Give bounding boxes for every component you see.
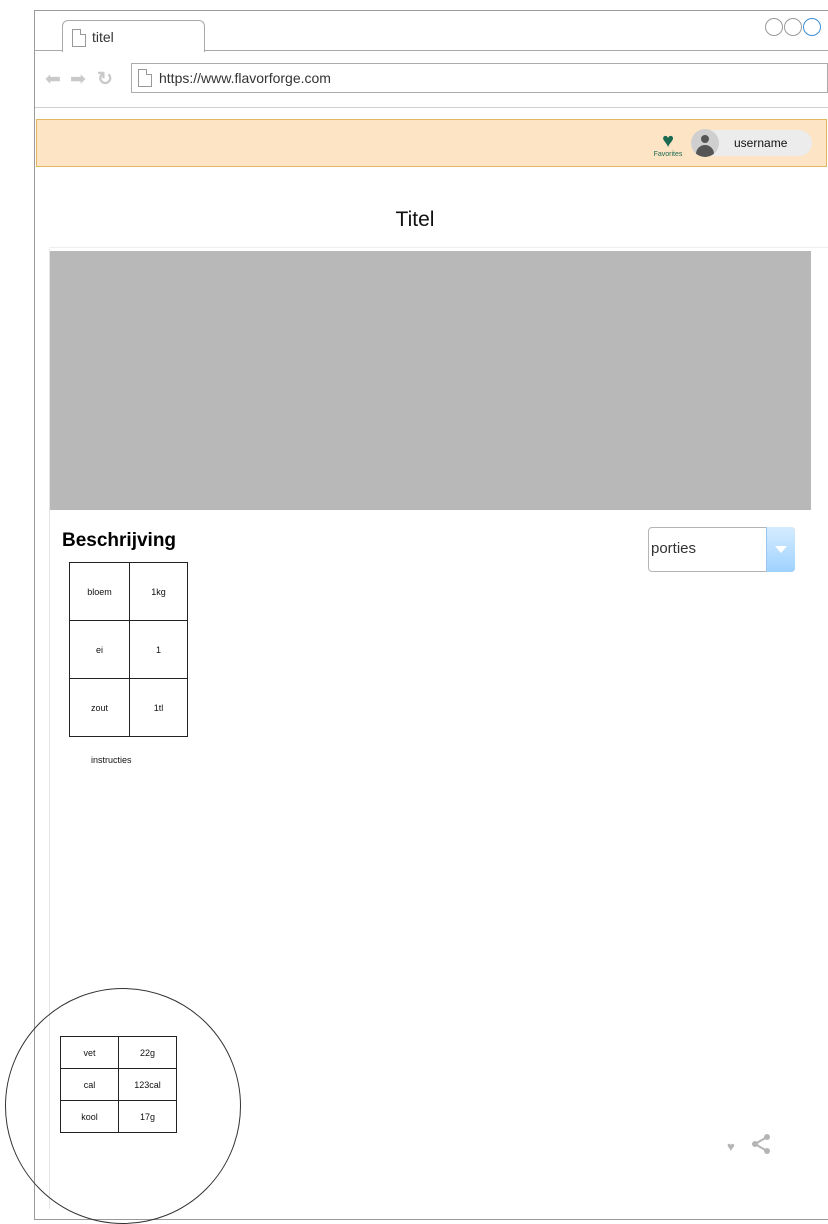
table-row: zout 1tl — [69, 678, 188, 737]
document-icon — [72, 29, 86, 47]
window-control-icon[interactable] — [765, 18, 783, 36]
table-row: cal 123cal — [60, 1068, 177, 1101]
portions-select-value: porties — [651, 540, 697, 557]
user-menu[interactable]: username — [691, 129, 812, 157]
window-control-icon[interactable] — [784, 18, 802, 36]
tab-title: titel — [92, 29, 114, 45]
nutrient-value: 22g — [118, 1036, 177, 1069]
nutrient-name: vet — [60, 1036, 119, 1069]
url-text: https://www.flavorforge.com — [159, 70, 331, 86]
instructions-label: instructies — [91, 755, 132, 765]
reload-icon[interactable]: ↻ — [97, 70, 113, 90]
hero-image-placeholder — [50, 251, 811, 510]
window-control-icon[interactable] — [803, 18, 821, 36]
nutrient-value: 17g — [118, 1100, 177, 1133]
nutrient-name: cal — [60, 1068, 119, 1101]
page-title: Titel — [395, 208, 435, 231]
username-label: username — [734, 136, 788, 150]
ingredient-amount: 1 — [129, 620, 188, 679]
ingredient-name: ei — [69, 620, 130, 679]
back-arrow-icon[interactable]: ⬅ — [45, 70, 61, 90]
ingredient-name: bloem — [69, 562, 130, 621]
tab-bar-line — [205, 50, 828, 51]
ingredient-name: zout — [69, 678, 130, 737]
browser-window: titel ⬅ ➡ ↻ https://www.flavorforge.com … — [5, 10, 828, 1224]
document-icon — [138, 69, 152, 87]
table-row: vet 22g — [60, 1036, 177, 1069]
nutrient-name: kool — [60, 1100, 119, 1133]
heart-icon[interactable]: ♥ — [727, 1139, 735, 1154]
description-heading: Beschrijving — [62, 530, 177, 551]
ingredients-table: bloem 1kg ei 1 zout 1tl — [69, 562, 188, 737]
browser-tab[interactable]: titel — [62, 20, 205, 52]
favorites-label: Favorites — [653, 151, 683, 158]
table-row: ei 1 — [69, 620, 188, 679]
ingredient-amount: 1kg — [129, 562, 188, 621]
portions-select[interactable]: porties — [648, 527, 795, 572]
toolbar-divider — [35, 107, 828, 108]
nutrition-table: vet 22g cal 123cal kool 17g — [60, 1036, 177, 1133]
chevron-down-icon[interactable] — [766, 527, 795, 572]
heart-icon: ♥ — [662, 130, 674, 152]
tab-bar-line — [35, 50, 62, 51]
share-icon[interactable] — [749, 1132, 773, 1156]
address-bar[interactable]: https://www.flavorforge.com — [131, 63, 828, 93]
favorites-button[interactable]: ♥ Favorites — [650, 130, 686, 162]
nutrient-value: 123cal — [118, 1068, 177, 1101]
content-divider — [49, 247, 828, 248]
ingredient-amount: 1tl — [129, 678, 188, 737]
table-row: bloem 1kg — [69, 562, 188, 621]
app-header: ♥ Favorites username — [36, 119, 827, 167]
avatar-icon — [691, 129, 719, 157]
forward-arrow-icon[interactable]: ➡ — [70, 70, 86, 90]
table-row: kool 17g — [60, 1100, 177, 1133]
